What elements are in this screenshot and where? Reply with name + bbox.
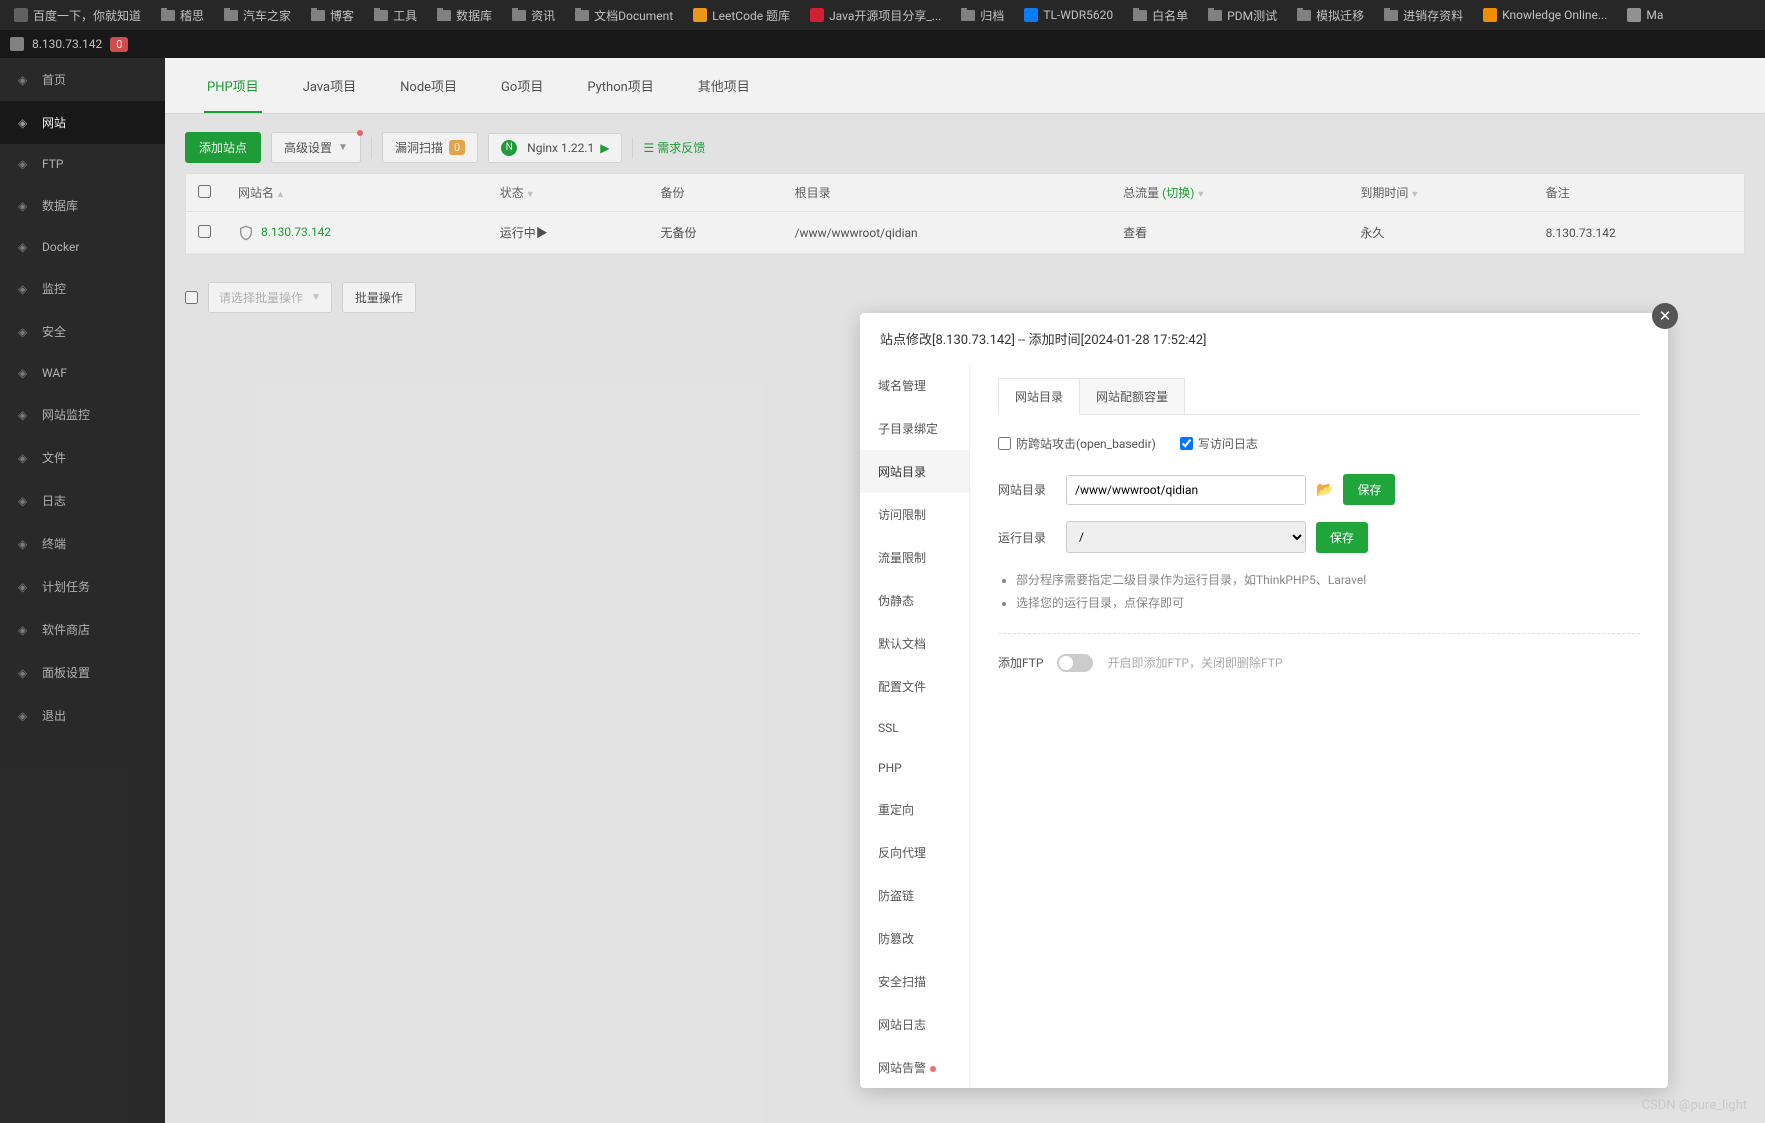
modal-side-label: 伪静态 (878, 594, 914, 608)
divider (998, 633, 1640, 634)
modal-title: 站点修改[8.130.73.142] -- 添加时间[2024-01-28 17… (860, 313, 1668, 364)
modal-side-item[interactable]: 网站日志 (860, 1003, 969, 1046)
modal-side-item[interactable]: 网站告警 (860, 1046, 969, 1088)
modal-side-label: 子目录绑定 (878, 422, 938, 436)
modal-side-label: 流量限制 (878, 551, 926, 565)
modal-side-item[interactable]: 默认文档 (860, 622, 969, 665)
modal-side-label: PHP (878, 761, 902, 775)
modal-side-item[interactable]: 网站目录 (860, 450, 969, 493)
access-log-checkbox[interactable]: 写访问日志 (1180, 435, 1258, 452)
modal-side-item[interactable]: 配置文件 (860, 665, 969, 708)
modal-content: 网站目录网站配额容量 防跨站攻击(open_basedir) 写访问日志 网站目… (970, 364, 1668, 1088)
modal-side-label: 默认文档 (878, 637, 926, 651)
run-dir-select[interactable]: / (1066, 521, 1306, 553)
chk2-label: 写访问日志 (1198, 435, 1258, 452)
modal-side-item[interactable]: 反向代理 (860, 831, 969, 874)
subtab[interactable]: 网站目录 (998, 378, 1080, 415)
modal-side-label: 配置文件 (878, 680, 926, 694)
tip-item: 部分程序需要指定二级目录作为运行目录，如ThinkPHP5、Laravel (1016, 569, 1640, 592)
modal-side-item[interactable]: 访问限制 (860, 493, 969, 536)
modal-side-item[interactable]: 防盗链 (860, 874, 969, 917)
modal-side-item[interactable]: SSL (860, 708, 969, 748)
site-dir-input[interactable] (1066, 475, 1306, 505)
tips-list: 部分程序需要指定二级目录作为运行目录，如ThinkPHP5、Laravel选择您… (998, 569, 1640, 615)
alert-dot-icon (930, 1066, 936, 1072)
save-run-button[interactable]: 保存 (1316, 522, 1368, 553)
modal-side-item[interactable]: 流量限制 (860, 536, 969, 579)
modal-side-item[interactable]: 域名管理 (860, 364, 969, 407)
modal-side-label: 网站日志 (878, 1018, 926, 1032)
modal-side-label: 重定向 (878, 803, 914, 817)
folder-open-icon[interactable]: 📂 (1316, 482, 1333, 498)
ftp-toggle[interactable] (1057, 654, 1093, 672)
cross-site-checkbox[interactable]: 防跨站攻击(open_basedir) (998, 435, 1156, 452)
modal-side-item[interactable]: 子目录绑定 (860, 407, 969, 450)
modal-sidebar: 域名管理子目录绑定网站目录访问限制流量限制伪静态默认文档配置文件 SSL PHP 重定… (860, 364, 970, 1088)
modal-side-label: 防篡改 (878, 932, 914, 946)
site-modify-modal: ✕ 站点修改[8.130.73.142] -- 添加时间[2024-01-28 … (860, 313, 1668, 1088)
run-dir-label: 运行目录 (998, 529, 1056, 546)
modal-side-item[interactable]: 重定向 (860, 788, 969, 831)
modal-side-item[interactable]: 防篡改 (860, 917, 969, 960)
watermark: CSDN @pure_light (1642, 1098, 1747, 1113)
subtab[interactable]: 网站配额容量 (1079, 378, 1185, 414)
modal-side-item[interactable]: PHP (860, 748, 969, 788)
ftp-label: 添加FTP (998, 654, 1043, 671)
dir-label: 网站目录 (998, 481, 1056, 498)
tip-item: 选择您的运行目录，点保存即可 (1016, 592, 1640, 615)
modal-side-label: 网站目录 (878, 465, 926, 479)
modal-side-label: 防盗链 (878, 889, 914, 903)
modal-side-item[interactable]: 安全扫描 (860, 960, 969, 1003)
modal-side-label: 安全扫描 (878, 975, 926, 989)
chk1-label: 防跨站攻击(open_basedir) (1016, 435, 1156, 452)
subtabs: 网站目录网站配额容量 (998, 378, 1640, 415)
modal-side-label: SSL (878, 721, 899, 735)
modal-side-label: 域名管理 (878, 379, 926, 393)
modal-side-label: 反向代理 (878, 846, 926, 860)
close-icon[interactable]: ✕ (1652, 303, 1678, 329)
modal-side-label: 网站告警 (878, 1061, 926, 1075)
save-dir-button[interactable]: 保存 (1343, 474, 1395, 505)
ftp-desc: 开启即添加FTP，关闭即删除FTP (1107, 654, 1282, 671)
modal-side-label: 访问限制 (878, 508, 926, 522)
modal-side-item[interactable]: 伪静态 (860, 579, 969, 622)
